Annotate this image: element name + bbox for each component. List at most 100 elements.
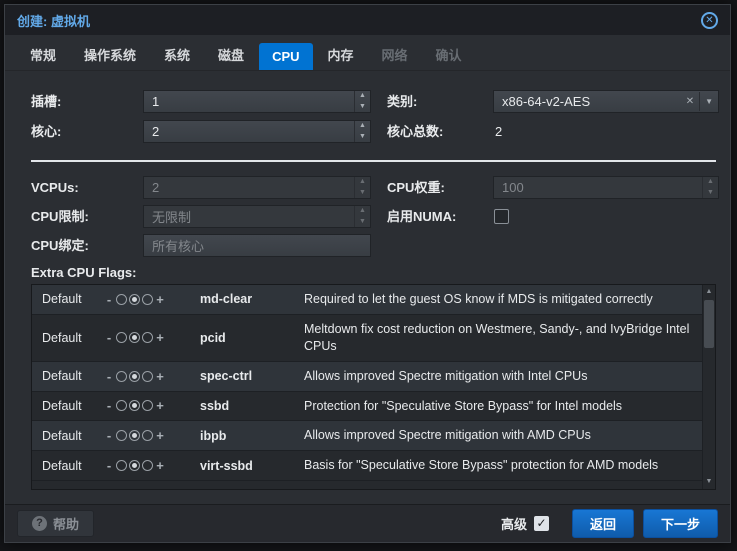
toggle-default-radio[interactable] (129, 430, 140, 442)
close-icon[interactable]: ✕ (701, 11, 718, 29)
sockets-label: 插槽: (31, 94, 62, 109)
flag-name: spec-ctrl (200, 369, 253, 384)
tab-system[interactable]: 系统 (151, 39, 203, 70)
sockets-spinner[interactable]: 1 ▲ ▼ (143, 90, 371, 113)
tab-confirm: 确认 (435, 48, 462, 63)
toggle-plus-icon[interactable]: + (155, 369, 165, 384)
toggle-plus-icon[interactable]: + (155, 428, 165, 443)
flag-name: md-clear (200, 292, 253, 307)
cpu-limit-label: CPU限制: (31, 209, 89, 224)
toggle-default-radio[interactable] (129, 400, 140, 412)
spinner-down-icon[interactable]: ▼ (355, 132, 370, 143)
flag-toggle: - + (104, 369, 200, 384)
tab-os[interactable]: 操作系统 (71, 39, 149, 70)
cpu-weight-label: CPU权重: (387, 180, 445, 195)
cpu-limit-spinner: 无限制 ▲ ▼ (143, 205, 371, 228)
toggle-default-radio[interactable] (129, 332, 140, 344)
flag-toggle: - + (104, 292, 200, 307)
dialog-footer: ? 帮助 高级 ✓ 返回 下一步 (5, 504, 730, 542)
tab-network: 网络 (381, 48, 408, 63)
tab-memory[interactable]: 内存 (315, 39, 367, 70)
toggle-minus-icon[interactable]: - (104, 330, 114, 345)
create-vm-dialog: 创建: 虚拟机 ✕ 常规 操作系统 系统 磁盘 CPU 内存 网络 确认 插槽:… (4, 4, 731, 543)
scroll-up-icon[interactable]: ▲ (703, 285, 715, 299)
clear-icon[interactable]: ✕ (681, 96, 699, 107)
toggle-minus-icon[interactable]: - (104, 369, 114, 384)
cores-spinner[interactable]: 2 ▲ ▼ (143, 120, 371, 143)
toggle-plus-icon[interactable]: + (155, 292, 165, 307)
toggle-on-radio[interactable] (142, 460, 153, 472)
spinner-down-icon: ▼ (359, 217, 366, 225)
toggle-off-radio[interactable] (116, 430, 127, 442)
caret-down-icon[interactable]: ▼ (699, 92, 718, 111)
flag-toggle: - + (104, 458, 200, 473)
toggle-off-radio[interactable] (116, 370, 127, 382)
scroll-down-icon[interactable]: ▼ (703, 475, 715, 489)
back-button[interactable]: 返回 (571, 509, 634, 538)
toggle-default-radio[interactable] (129, 370, 140, 382)
toggle-minus-icon[interactable]: - (104, 398, 114, 413)
vcpus-label: VCPUs: (31, 180, 79, 195)
toggle-off-radio[interactable] (116, 293, 127, 305)
flag-name: virt-ssbd (200, 458, 253, 473)
toggle-minus-icon[interactable]: - (104, 292, 114, 307)
cpu-weight-spinner: 100 ▲ ▼ (493, 176, 719, 199)
toggle-on-radio[interactable] (142, 400, 153, 412)
tab-cpu[interactable]: CPU (259, 43, 313, 70)
toggle-on-radio[interactable] (142, 332, 153, 344)
toggle-default-radio[interactable] (129, 460, 140, 472)
toggle-on-radio[interactable] (142, 370, 153, 382)
help-button[interactable]: ? 帮助 (17, 510, 95, 537)
spinner-down-icon[interactable]: ▼ (355, 102, 370, 113)
table-row: Default - + md-clear Required to let the… (32, 285, 702, 315)
toggle-on-radio[interactable] (142, 430, 153, 442)
spinner-down-icon: ▼ (707, 188, 714, 196)
toggle-on-radio[interactable] (142, 293, 153, 305)
cpu-affinity-label: CPU绑定: (31, 238, 89, 253)
toggle-off-radio[interactable] (116, 400, 127, 412)
flag-description: Allows improved Spectre mitigation with … (304, 368, 588, 383)
toggle-minus-icon[interactable]: - (104, 428, 114, 443)
scrollbar-thumb[interactable] (704, 300, 714, 348)
flag-description: Protection for "Speculative Store Bypass… (304, 398, 623, 413)
spinner-up-icon: ▲ (707, 178, 714, 185)
toggle-off-radio[interactable] (116, 332, 127, 344)
table-row: Default - + ssbd Protection for "Specula… (32, 391, 702, 422)
flag-state: Default (42, 330, 82, 345)
vertical-scrollbar[interactable]: ▲ ▼ (702, 285, 715, 489)
flag-state: Default (42, 428, 82, 443)
cores-label: 核心: (31, 124, 62, 139)
cpu-affinity-input[interactable]: 所有核心 (143, 234, 371, 257)
total-cores-value: 2 (495, 124, 503, 139)
table-row: Default - + pcid Meltdown fix cost reduc… (32, 314, 702, 362)
toggle-plus-icon[interactable]: + (155, 458, 165, 473)
tab-disks[interactable]: 磁盘 (205, 39, 257, 70)
toggle-off-radio[interactable] (116, 460, 127, 472)
numa-label: 启用NUMA: (387, 209, 457, 224)
toggle-plus-icon[interactable]: + (155, 398, 165, 413)
toggle-minus-icon[interactable]: - (104, 458, 114, 473)
advanced-label: 高级 (500, 517, 527, 532)
help-button-label: 帮助 (53, 517, 80, 532)
cpu-type-label: 类别: (387, 94, 418, 109)
flag-description: Basis for "Speculative Store Bypass" pro… (304, 458, 659, 473)
tab-general[interactable]: 常规 (17, 39, 69, 70)
spinner-up-icon: ▲ (359, 178, 366, 185)
flag-description: Meltdown fix cost reduction on Westmere,… (304, 321, 690, 353)
toggle-default-radio[interactable] (129, 293, 140, 305)
toggle-plus-icon[interactable]: + (155, 330, 165, 345)
cpu-flags-rows: Default - + md-clear Required to let the… (32, 285, 702, 482)
spinner-up-icon[interactable]: ▲ (355, 121, 370, 132)
numa-checkbox[interactable] (494, 209, 509, 224)
cpu-type-combo[interactable]: x86-64-v2-AES ✕ ▼ (493, 90, 719, 113)
spinner-up-icon[interactable]: ▲ (355, 91, 370, 102)
advanced-checkbox[interactable]: ✓ (533, 516, 549, 531)
section-divider (31, 160, 716, 162)
flag-state: Default (42, 292, 82, 307)
help-icon: ? (32, 516, 47, 531)
flag-name: ssbd (200, 398, 230, 413)
next-button[interactable]: 下一步 (642, 509, 718, 538)
extra-cpu-flags-label: Extra CPU Flags: (31, 265, 137, 280)
flag-state: Default (42, 369, 82, 384)
cpu-panel: 插槽: 1 ▲ ▼ 类别: x86-64-v2-AES ✕ ▼ 核心: 2 ▲ … (5, 72, 730, 504)
